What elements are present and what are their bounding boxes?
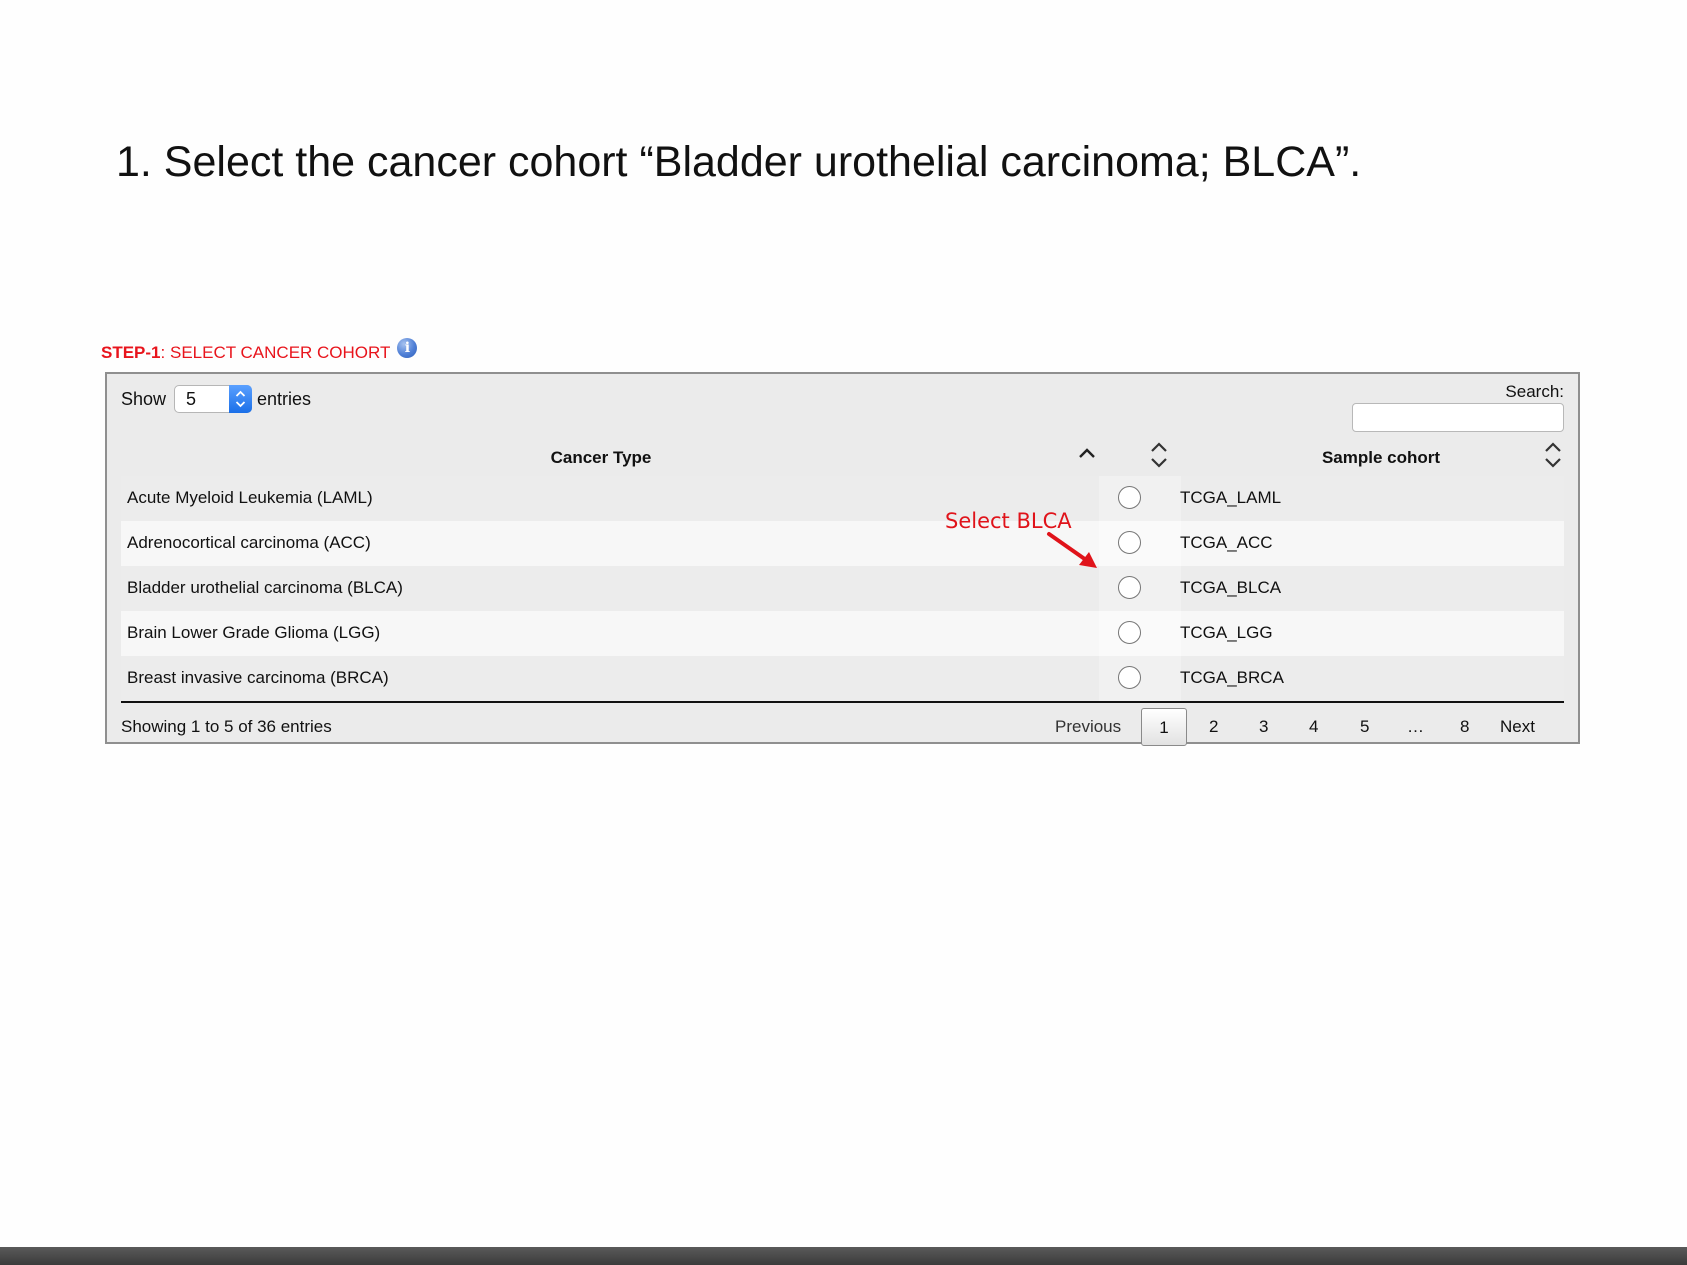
- cancer-cohort-table-panel: Show 5 entries Search: Cancer Type Sampl…: [105, 372, 1580, 746]
- page-length-select[interactable]: 5: [174, 385, 253, 413]
- table-info: Showing 1 to 5 of 36 entries: [121, 717, 332, 736]
- table-row[interactable]: Breast invasive carcinoma (BRCA) TCGA_BR…: [121, 656, 1564, 701]
- table-row[interactable]: Acute Myeloid Leukemia (LAML) TCGA_LAML: [121, 476, 1564, 522]
- bottom-bar: [0, 1247, 1687, 1265]
- pagination-page-button[interactable]: 1: [1141, 708, 1187, 746]
- radio-cell: [1099, 521, 1181, 566]
- cohort-radio-button[interactable]: [1118, 666, 1141, 689]
- pagination-page-button[interactable]: 3: [1259, 704, 1268, 750]
- entries-label: entries: [257, 388, 312, 409]
- radio-cell: [1099, 611, 1181, 656]
- cancer-type-cell: Bladder urothelial carcinoma (BLCA): [127, 578, 403, 597]
- sort-ascending-icon[interactable]: [1075, 440, 1099, 470]
- cohort-radio-button[interactable]: [1118, 486, 1141, 509]
- sort-both-icon[interactable]: [1541, 440, 1565, 470]
- cohort-radio-button[interactable]: [1118, 576, 1141, 599]
- radio-cell: [1099, 656, 1181, 701]
- table-bottom-divider: [121, 701, 1564, 703]
- table-row[interactable]: Bladder urothelial carcinoma (BLCA) TCGA…: [121, 566, 1564, 612]
- cancer-type-cell: Acute Myeloid Leukemia (LAML): [127, 488, 373, 507]
- sample-cohort-cell: TCGA_BLCA: [1180, 578, 1282, 597]
- table-header: Cancer Type Sample cohort: [121, 434, 1564, 478]
- table-body: Acute Myeloid Leukemia (LAML) TCGA_LAML …: [121, 476, 1564, 701]
- slide-title: 1. Select the cancer cohort “Bladder uro…: [116, 138, 1362, 186]
- column-header-cancer-type[interactable]: Cancer Type: [121, 448, 1081, 468]
- sample-cohort-cell: TCGA_BRCA: [1180, 668, 1284, 687]
- cancer-type-cell: Adrenocortical carcinoma (ACC): [127, 533, 371, 552]
- annotation-arrow-icon: [1047, 532, 1097, 568]
- sort-both-icon[interactable]: [1147, 440, 1171, 470]
- page-length-control: Show 5 entries: [121, 384, 311, 414]
- step-title: : SELECT CANCER COHORT: [160, 343, 391, 362]
- sample-cohort-cell: TCGA_LAML: [1180, 488, 1282, 507]
- cancer-type-cell: Brain Lower Grade Glioma (LGG): [127, 623, 381, 642]
- show-label: Show: [121, 388, 167, 409]
- search-input[interactable]: [1352, 403, 1564, 432]
- pagination-page-button[interactable]: 5: [1360, 704, 1369, 750]
- table-row[interactable]: Adrenocortical carcinoma (ACC) TCGA_ACC: [121, 521, 1564, 567]
- cohort-radio-button[interactable]: [1118, 531, 1141, 554]
- pagination-next-button[interactable]: Next: [1500, 704, 1535, 750]
- select-arrows-icon: [229, 385, 253, 413]
- radio-cell: [1099, 476, 1181, 521]
- sample-cohort-cell: TCGA_LGG: [1180, 623, 1273, 642]
- search-label: Search:: [1505, 382, 1564, 401]
- info-icon[interactable]: i: [397, 338, 418, 358]
- pagination-page-button[interactable]: 2: [1209, 704, 1218, 750]
- column-header-sample-cohort[interactable]: Sample cohort: [1271, 448, 1491, 468]
- cancer-type-cell: Breast invasive carcinoma (BRCA): [127, 668, 389, 687]
- cohort-radio-button[interactable]: [1118, 621, 1141, 644]
- pagination-page-button[interactable]: 4: [1309, 704, 1318, 750]
- pagination-ellipsis: …: [1407, 717, 1424, 736]
- pagination-previous-button[interactable]: Previous: [1055, 704, 1121, 750]
- step-heading: STEP-1 : SELECT CANCER COHORT i: [101, 338, 418, 368]
- page-length-value: 5: [186, 389, 197, 409]
- table-row[interactable]: Brain Lower Grade Glioma (LGG) TCGA_LGG: [121, 611, 1564, 657]
- radio-cell: [1099, 566, 1181, 611]
- pagination-page-button[interactable]: 8: [1460, 704, 1469, 750]
- step-number: STEP-1: [101, 343, 161, 362]
- sample-cohort-cell: TCGA_ACC: [1180, 533, 1273, 552]
